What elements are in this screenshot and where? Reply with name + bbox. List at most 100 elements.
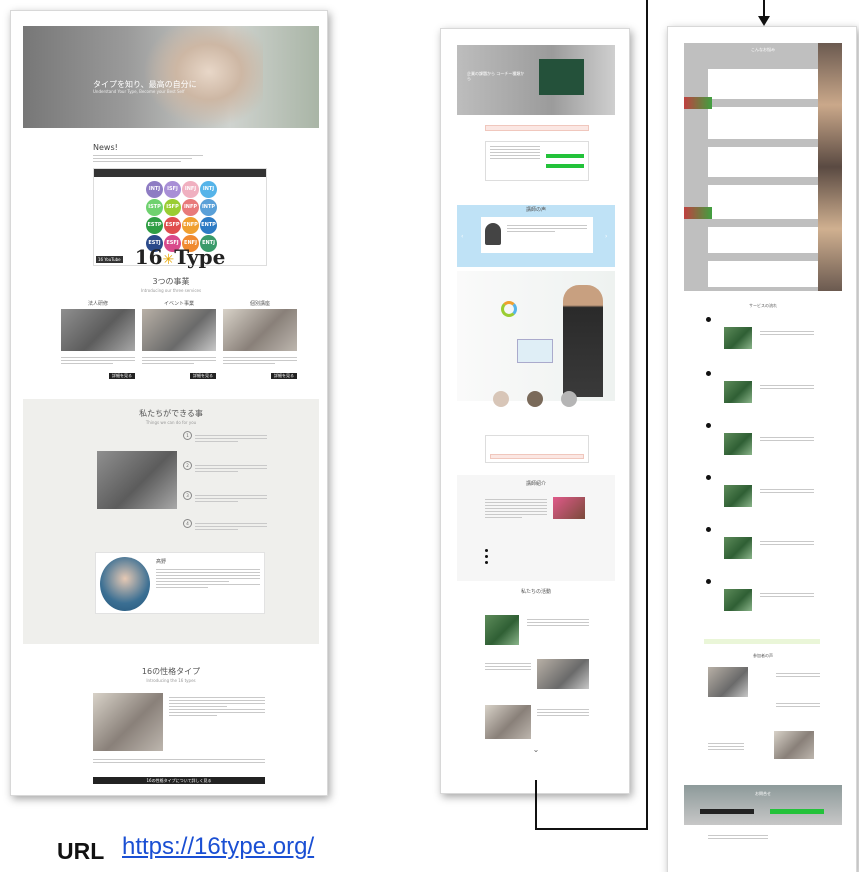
feature-box — [485, 435, 589, 463]
concern-card — [708, 261, 818, 287]
screenshot-homepage-middle: 企業の課題から コーチー種類から 講師の声 ‹ › 講師紹介 私たちの活動 ⌄ — [440, 28, 630, 794]
step-text — [760, 593, 814, 599]
type-bubble: INTJ — [200, 181, 217, 198]
activity-photo — [537, 659, 589, 689]
activity-text — [485, 663, 531, 672]
cta-green-button-2[interactable] — [546, 164, 584, 168]
books-image — [684, 97, 712, 109]
bullet-icon — [485, 561, 488, 564]
books-image — [684, 207, 712, 219]
instructor-photo — [563, 285, 603, 397]
point-text — [195, 465, 267, 474]
step-image — [724, 381, 752, 403]
youtube-video-embed[interactable]: INTJ ISFJ INFJ INTJ ISTP ISFP INFP INTP … — [93, 168, 267, 269]
step-image — [724, 433, 752, 455]
type-bubble: ENFP — [182, 217, 199, 234]
carousel-next-icon[interactable]: › — [605, 233, 607, 240]
step-image — [724, 327, 752, 349]
types-title: 16の性格タイプ — [141, 667, 201, 676]
voices-carousel: 講師の声 ‹ › — [457, 205, 615, 267]
about-section — [457, 271, 615, 401]
can-do-subtitle: Things we can do for you — [145, 420, 197, 425]
service-detail-button[interactable]: 詳細を見る — [109, 373, 135, 379]
member-avatar — [561, 391, 577, 407]
step-image — [724, 537, 752, 559]
team-photo — [97, 451, 177, 509]
activities-title: 私たちの活動 — [520, 589, 551, 595]
point-text — [195, 495, 267, 504]
service-photo-corporate — [61, 309, 135, 351]
carousel-prev-icon[interactable]: ‹ — [461, 233, 463, 240]
point-text — [195, 435, 267, 444]
concern-card — [708, 69, 818, 99]
profile-name: 髙野 — [156, 559, 167, 565]
teacher-photo — [553, 497, 585, 519]
hero-banner: タイプを知り、最高の自分に Understand Your Type, Beco… — [23, 26, 319, 128]
workshop-photo — [93, 693, 163, 751]
service-photo-event — [142, 309, 216, 351]
types-detail-button[interactable]: 16の性格タイプについて詳しく見る — [93, 777, 265, 784]
service-detail-button[interactable]: 詳細を見る — [190, 373, 216, 379]
screenshot-homepage-bottom: こんなお悩み サービスの流れ 参加者の声 お問合せ — [667, 26, 857, 872]
type-bubble: ENTP — [200, 217, 217, 234]
brand-number: 16 — [134, 245, 163, 269]
hero2-title: 企業の課題から コーチー種類から — [467, 71, 525, 81]
concern-card — [708, 185, 818, 219]
instructor-avatar — [100, 557, 150, 611]
type-bubble: ISTP — [146, 199, 163, 216]
member-avatar — [493, 391, 509, 407]
point-number-icon: 3 — [183, 491, 192, 500]
youtube-tag[interactable]: 16 YouTube — [96, 256, 123, 263]
step-marker-icon — [706, 527, 711, 532]
instructor-profile-card: 髙野 — [95, 552, 265, 614]
service-photo-individual — [223, 309, 297, 351]
can-do-title: 私たちができる事 — [139, 409, 203, 418]
type-bubble: INFJ — [182, 181, 199, 198]
service-desc — [61, 357, 135, 366]
sparkle-icon: ✳ — [162, 252, 175, 268]
point-number-icon: 4 — [183, 519, 192, 528]
hero-subtitle: Understand Your Type, Become your Best S… — [93, 89, 185, 94]
hero-portrait-image — [143, 26, 263, 128]
voice-text — [776, 703, 820, 709]
info-table — [485, 141, 589, 181]
concern-card — [708, 227, 818, 253]
notice-banner — [485, 125, 589, 131]
service-desc — [223, 357, 297, 366]
service-detail-button[interactable]: 詳細を見る — [271, 373, 297, 379]
voice-photo — [774, 731, 814, 759]
type-bubble: INTJ — [146, 181, 163, 198]
screenshot-homepage-top: タイプを知り、最高の自分に Understand Your Type, Beco… — [10, 10, 328, 796]
step-marker-icon — [706, 423, 711, 428]
point-number-icon: 2 — [183, 461, 192, 470]
flow-title: サービスの流れ — [749, 303, 777, 308]
types-text-full — [93, 759, 265, 765]
activity-text — [527, 619, 589, 628]
activity-photo — [485, 705, 531, 739]
profile-text — [156, 569, 260, 590]
service-label: 法人研修 — [87, 301, 108, 307]
contact-button-green[interactable] — [770, 809, 824, 814]
intro-title: 講師の声 — [525, 207, 546, 213]
type-bubble: INFP — [182, 199, 199, 216]
type-bubble: ESTP — [146, 217, 163, 234]
cta-green-button[interactable] — [546, 154, 584, 158]
scroll-down-icon[interactable]: ⌄ — [457, 745, 615, 755]
teacher-text — [485, 499, 547, 520]
certificate-image — [517, 339, 553, 363]
arrow-down-icon — [758, 16, 770, 26]
step-marker-icon — [706, 317, 711, 322]
bullet-icon — [485, 555, 488, 558]
bullet-icon — [485, 549, 488, 552]
video-title-bar — [94, 169, 266, 177]
voice-photo — [708, 667, 748, 697]
step-text — [760, 437, 814, 443]
step-image — [724, 485, 752, 507]
activity-text — [537, 709, 589, 718]
news-title: News! — [93, 143, 118, 152]
site-url-link[interactable]: https://16type.org/ — [122, 833, 314, 861]
corporate-hero-banner: 企業の課題から コーチー種類から — [457, 45, 615, 115]
service-label: 個別講座 — [249, 301, 270, 307]
concern-card — [708, 107, 818, 139]
contact-button-dark[interactable] — [700, 809, 754, 814]
